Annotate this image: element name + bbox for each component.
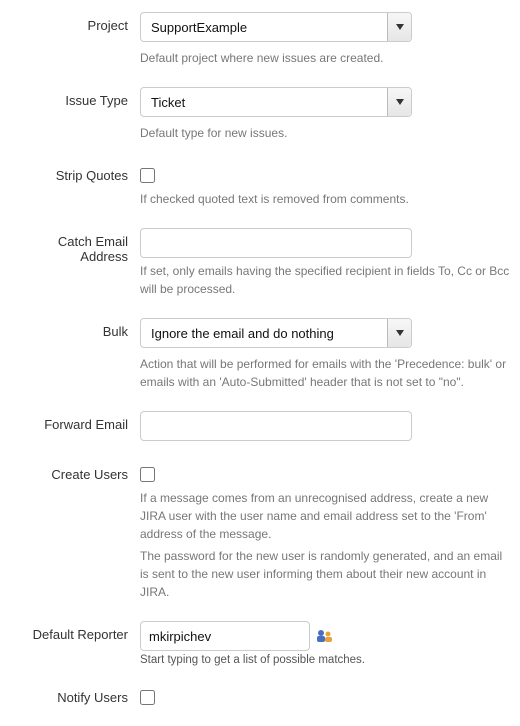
- issue-type-row: Issue Type Ticket Default type for new i…: [10, 87, 510, 156]
- default-reporter-label: Default Reporter: [10, 621, 140, 642]
- notify-users-row: Notify Users: [10, 684, 510, 708]
- create-users-checkbox[interactable]: [140, 467, 155, 482]
- project-helper: Default project where new issues are cre…: [140, 49, 510, 67]
- catch-email-label: Catch Email Address: [10, 228, 140, 264]
- strip-quotes-checkbox[interactable]: [140, 168, 155, 183]
- issue-type-select-value: Ticket: [151, 88, 381, 116]
- strip-quotes-row: Strip Quotes If checked quoted text is r…: [10, 162, 510, 222]
- project-label: Project: [10, 12, 140, 33]
- strip-quotes-helper: If checked quoted text is removed from c…: [140, 190, 510, 208]
- issue-type-helper: Default type for new issues.: [140, 124, 510, 142]
- create-users-helper-1: If a message comes from an unrecognised …: [140, 489, 510, 543]
- user-picker-icon[interactable]: [316, 628, 334, 644]
- issue-type-select[interactable]: Ticket: [140, 87, 412, 117]
- forward-email-row: Forward Email: [10, 411, 510, 455]
- project-select-value: SupportExample: [151, 13, 381, 41]
- default-reporter-input[interactable]: [140, 621, 310, 651]
- notify-users-checkbox[interactable]: [140, 690, 155, 705]
- notify-users-label: Notify Users: [10, 684, 140, 705]
- strip-quotes-label: Strip Quotes: [10, 162, 140, 183]
- issue-type-label: Issue Type: [10, 87, 140, 108]
- bulk-select[interactable]: Ignore the email and do nothing: [140, 318, 412, 348]
- default-reporter-helper: Start typing to get a list of possible m…: [140, 654, 510, 666]
- bulk-label: Bulk: [10, 318, 140, 339]
- create-users-label: Create Users: [10, 461, 140, 482]
- catch-email-helper: If set, only emails having the specified…: [140, 262, 510, 298]
- forward-email-label: Forward Email: [10, 411, 140, 432]
- create-users-helper-2: The password for the new user is randoml…: [140, 547, 510, 601]
- forward-email-input[interactable]: [140, 411, 412, 441]
- project-row: Project SupportExample Default project w…: [10, 12, 510, 81]
- catch-email-row: Catch Email Address If set, only emails …: [10, 228, 510, 312]
- chevron-down-icon: [387, 88, 411, 116]
- bulk-helper: Action that will be performed for emails…: [140, 355, 510, 391]
- bulk-row: Bulk Ignore the email and do nothing Act…: [10, 318, 510, 405]
- catch-email-input[interactable]: [140, 228, 412, 258]
- default-reporter-row: Default Reporter Start typing to get a l…: [10, 621, 510, 666]
- chevron-down-icon: [387, 13, 411, 41]
- bulk-select-value: Ignore the email and do nothing: [151, 319, 381, 347]
- create-users-row: Create Users If a message comes from an …: [10, 461, 510, 615]
- chevron-down-icon: [387, 319, 411, 347]
- project-select[interactable]: SupportExample: [140, 12, 412, 42]
